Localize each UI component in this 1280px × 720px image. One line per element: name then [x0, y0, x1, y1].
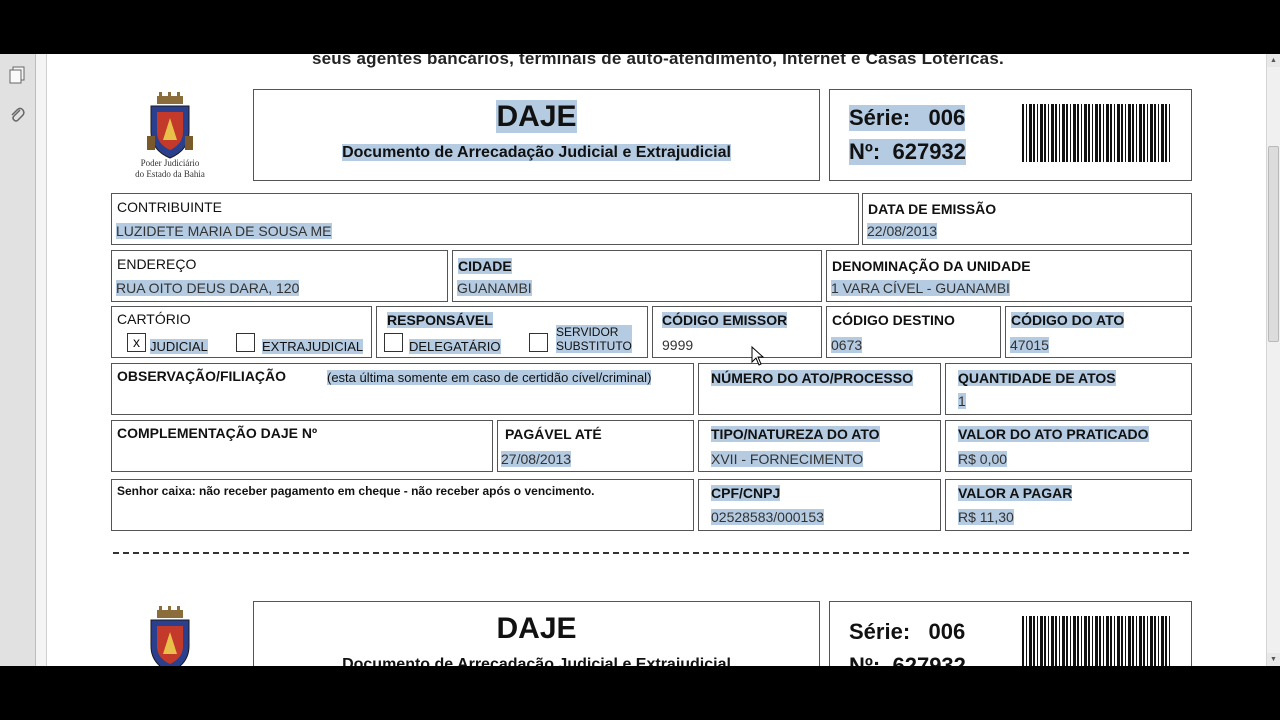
- contribuinte-value: LUZIDETE MARIA DE SOUSA ME: [116, 223, 332, 239]
- aviso-text: Senhor caixa: não receber pagamento em c…: [117, 484, 595, 498]
- quantidade-label: QUANTIDADE DE ATOS: [958, 370, 1116, 386]
- endereco-field: ENDEREÇO RUA OITO DEUS DARA, 120: [111, 250, 448, 302]
- cidade-field: CIDADE GUANAMBI: [452, 250, 822, 302]
- numero-ato-label: NÚMERO DO ATO/PROCESSO: [711, 370, 913, 386]
- serie-box: Série: 006 Nº: 627932: [829, 89, 1192, 181]
- tipo-value: XVII - FORNECIMENTO: [711, 451, 864, 467]
- data-emissao-label: DATA DE EMISSÃO: [868, 201, 997, 217]
- emblem-caption-1: Poder Judiciário: [140, 158, 200, 168]
- responsavel-field: RESPONSÁVEL DELEGATÁRIO SERVIDOR SUBSTITU…: [376, 306, 648, 358]
- codigo-ato-label: CÓDIGO DO ATO: [1011, 312, 1125, 328]
- valor-ato-field: VALOR DO ATO PRATICADO R$ 0,00: [945, 420, 1192, 472]
- pdf-viewer: seus agentes bancários, terminais de aut…: [0, 54, 1280, 666]
- unidade-label: DENOMINAÇÃO DA UNIDADE: [832, 258, 1031, 274]
- judicial-label: JUDICIAL: [150, 339, 208, 354]
- contribuinte-label: CONTRIBUINTE: [117, 199, 222, 215]
- servidor-checkbox[interactable]: [529, 333, 548, 352]
- mouse-cursor-icon: [751, 346, 765, 366]
- vertical-scrollbar[interactable]: ▲ ▼: [1266, 54, 1280, 666]
- scroll-thumb[interactable]: [1268, 146, 1279, 342]
- cidade-label: CIDADE: [458, 258, 512, 274]
- quantidade-field: QUANTIDADE DE ATOS 1: [945, 363, 1192, 415]
- payment-channels-text: seus agentes bancários, terminais de aut…: [312, 54, 1004, 68]
- cpf-label: CPF/CNPJ: [711, 485, 781, 501]
- daje-title: DAJE: [496, 100, 577, 133]
- attachment-icon[interactable]: [8, 106, 26, 124]
- endereco-value: RUA OITO DEUS DARA, 120: [116, 280, 300, 296]
- daje-subtitle: Documento de Arrecadação Judicial e Extr…: [342, 144, 731, 161]
- pagavel-label: PAGÁVEL ATÉ: [505, 426, 602, 442]
- extrajudicial-label: EXTRAJUDICIAL: [262, 339, 364, 354]
- cut-line: [113, 552, 1189, 554]
- cpf-field: CPF/CNPJ 02528583/000153: [698, 479, 941, 531]
- pages-icon[interactable]: [8, 66, 26, 84]
- valor-pagar-field: VALOR A PAGAR R$ 11,30: [945, 479, 1192, 531]
- responsavel-label: RESPONSÁVEL: [387, 312, 493, 328]
- serie-label-copy: Série: 006: [849, 619, 966, 644]
- cidade-value: GUANAMBI: [457, 280, 532, 296]
- codigo-destino-label: CÓDIGO DESTINO: [832, 312, 955, 328]
- complementacao-field: COMPLEMENTAÇÃO DAJE Nº: [111, 420, 493, 472]
- daje-title-copy: DAJE: [496, 612, 577, 645]
- contribuinte-field: CONTRIBUINTE LUZIDETE MARIA DE SOUSA ME: [111, 193, 859, 245]
- codigo-emissor-field: CÓDIGO EMISSOR 9999: [652, 306, 822, 358]
- pagavel-field: PAGÁVEL ATÉ 27/08/2013: [497, 420, 694, 472]
- codigo-destino-value: 0673: [831, 337, 863, 353]
- aviso-field: Senhor caixa: não receber pagamento em c…: [111, 479, 694, 531]
- codigo-emissor-label: CÓDIGO EMISSOR: [662, 312, 788, 328]
- barcode-icon: [1022, 616, 1172, 666]
- delegatario-checkbox[interactable]: [384, 333, 403, 352]
- codigo-ato-field: CÓDIGO DO ATO 47015: [1005, 306, 1192, 358]
- daje-title-box: DAJE Documento de Arrecadação Judicial e…: [253, 89, 820, 181]
- valor-ato-label: VALOR DO ATO PRATICADO: [958, 426, 1149, 442]
- delegatario-label: DELEGATÁRIO: [409, 339, 501, 354]
- daje-subtitle-copy: Documento de Arrecadação Judicial e Extr…: [342, 656, 731, 666]
- observacao-field: OBSERVAÇÃO/FILIAÇÃO (esta última somente…: [111, 363, 694, 415]
- numero-label: Nº: 627932: [849, 139, 966, 165]
- complementacao-label: COMPLEMENTAÇÃO DAJE Nº: [117, 425, 318, 441]
- scroll-up-icon[interactable]: ▲: [1267, 54, 1280, 67]
- court-emblem-icon: [147, 92, 193, 159]
- scroll-down-icon[interactable]: ▼: [1267, 653, 1280, 666]
- valor-pagar-value: R$ 11,30: [958, 509, 1014, 525]
- cpf-value: 02528583/000153: [711, 509, 824, 525]
- codigo-emissor-value: 9999: [662, 337, 694, 353]
- barcode-icon: [1022, 104, 1172, 162]
- cartorio-label: CARTÓRIO: [117, 311, 191, 327]
- navigation-sidebar: [0, 54, 36, 666]
- valor-pagar-label: VALOR A PAGAR: [958, 485, 1073, 501]
- numero-label-copy: Nº: 627932: [849, 653, 966, 666]
- numero-ato-field: NÚMERO DO ATO/PROCESSO: [698, 363, 941, 415]
- codigo-destino-field: CÓDIGO DESTINO 0673: [826, 306, 1001, 358]
- unidade-value: 1 VARA CÍVEL - GUANAMBI: [831, 280, 1010, 296]
- valor-ato-value: R$ 0,00: [958, 451, 1008, 467]
- serie-label: Série: 006: [849, 105, 966, 131]
- extrajudicial-checkbox[interactable]: [236, 333, 255, 352]
- court-emblem-icon: [150, 606, 190, 666]
- data-emissao-field: DATA DE EMISSÃO 22/08/2013: [862, 193, 1192, 245]
- data-emissao-value: 22/08/2013: [867, 223, 938, 239]
- quantidade-value: 1: [958, 393, 966, 409]
- page-gutter: [36, 54, 47, 666]
- emblem-caption-2: do Estado da Bahia: [135, 169, 205, 179]
- servidor-label: SERVIDOR SUBSTITUTO: [556, 325, 632, 353]
- pagavel-value: 27/08/2013: [501, 451, 572, 467]
- observacao-note: (esta última somente em caso de certidão…: [327, 370, 652, 385]
- endereco-label: ENDEREÇO: [117, 256, 197, 272]
- judicial-checkbox[interactable]: x: [127, 333, 146, 352]
- tipo-label: TIPO/NATUREZA DO ATO: [711, 426, 880, 442]
- numero-value: 627932: [892, 139, 966, 164]
- serie-box-copy: Série: 006 Nº: 627932: [829, 601, 1192, 666]
- document-page: seus agentes bancários, terminais de aut…: [47, 54, 1267, 666]
- unidade-field: DENOMINAÇÃO DA UNIDADE 1 VARA CÍVEL - GU…: [826, 250, 1192, 302]
- tipo-field: TIPO/NATUREZA DO ATO XVII - FORNECIMENTO: [698, 420, 941, 472]
- codigo-ato-value: 47015: [1010, 337, 1049, 353]
- daje-title-box-copy: DAJE Documento de Arrecadação Judicial e…: [253, 601, 820, 666]
- serie-value: 006: [928, 105, 966, 130]
- cartorio-field: CARTÓRIO x JUDICIAL EXTRAJUDICIAL: [111, 306, 372, 358]
- observacao-label: OBSERVAÇÃO/FILIAÇÃO: [117, 368, 287, 384]
